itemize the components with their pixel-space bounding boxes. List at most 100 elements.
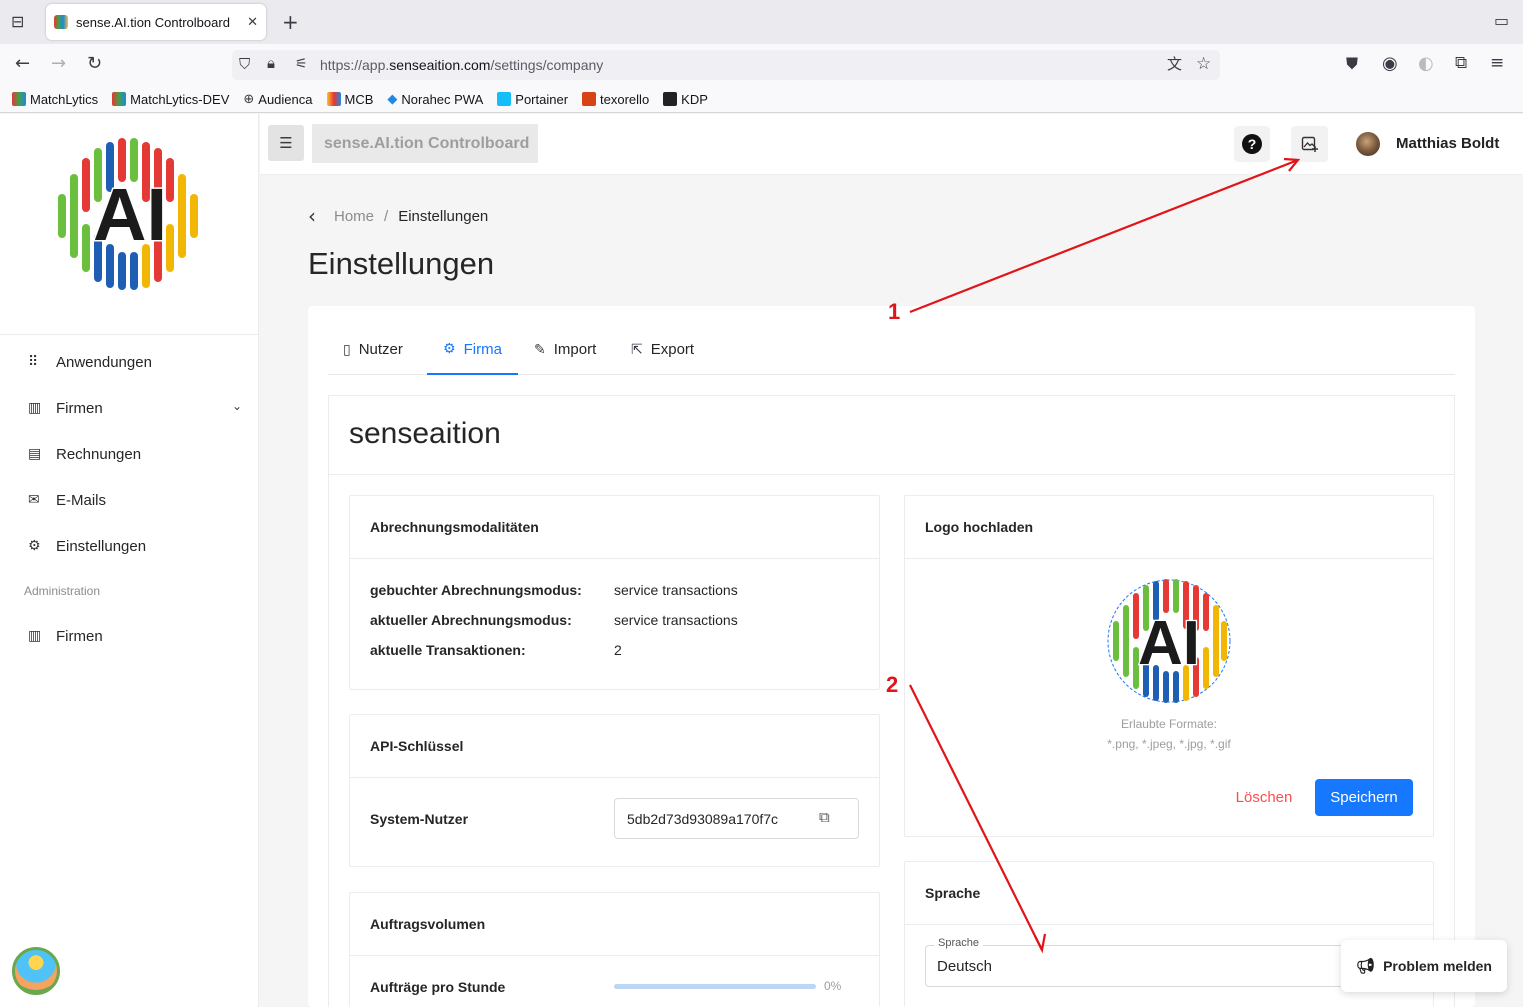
sidebar-item-label: Einstellungen: [56, 537, 147, 555]
bookmark-texorello[interactable]: texorello: [582, 92, 649, 107]
tab-firma[interactable]: ⚙ Firma: [427, 325, 518, 375]
copy-icon[interactable]: ⧉: [819, 810, 830, 825]
favicon-icon: [54, 15, 68, 29]
sidebar-item-einstellungen[interactable]: ⚙ Einstellungen: [0, 523, 259, 569]
bookmark-favicon-icon: [112, 92, 127, 106]
user-name[interactable]: Matthias Boldt: [1396, 135, 1499, 152]
tab-import[interactable]: ✎ Import: [534, 325, 596, 374]
bookmark-favicon-icon: [663, 92, 678, 106]
billing-value: 2: [614, 642, 622, 658]
back-icon[interactable]: ←: [15, 55, 30, 73]
edit-icon: ✎: [534, 341, 546, 358]
url-prefix: https://app.: [320, 57, 390, 73]
app-logo[interactable]: AI: [54, 138, 206, 290]
permissions-icon[interactable]: ⚟: [295, 57, 308, 71]
page-title: Einstellungen: [308, 246, 495, 281]
help-button[interactable]: ?: [1234, 126, 1270, 162]
bookmark-label: MatchLytics: [30, 91, 99, 107]
orders-label: Aufträge pro Stunde: [370, 979, 506, 995]
chevron-left-icon[interactable]: ‹: [308, 206, 316, 226]
api-label: System-Nutzer: [370, 811, 469, 827]
bookmark-norahec[interactable]: ◆ Norahec PWA: [387, 92, 483, 107]
orders-title: Auftragsvolumen: [370, 916, 486, 932]
window-icon[interactable]: ▭: [1494, 13, 1509, 29]
tab-label: Nutzer: [358, 341, 403, 358]
beach-avatar-icon[interactable]: [12, 947, 60, 995]
tab-label: Export: [650, 341, 695, 358]
formats-list: *.png, *.jpeg, *.jpg, *.gif: [1107, 737, 1231, 751]
account-icon[interactable]: ◉: [1382, 55, 1398, 73]
divider: [329, 474, 1454, 475]
delete-button[interactable]: Löschen: [1230, 786, 1298, 808]
save-button[interactable]: Speichern: [1315, 779, 1413, 816]
bookmark-mcb[interactable]: MCB: [326, 92, 373, 107]
sidebar-item-firmen[interactable]: ▥ Firmen ⌄: [0, 385, 259, 431]
bookmark-favicon-icon: [582, 92, 597, 106]
sidebar-item-label: Firmen: [56, 399, 103, 417]
chevron-down-icon[interactable]: ⌄: [232, 400, 242, 412]
bookmark-label: Norahec PWA: [401, 91, 484, 107]
app-title: sense.AI.tion Controlboard: [312, 124, 538, 163]
sidebar-toggle-button[interactable]: ☰: [268, 125, 304, 161]
tab-export[interactable]: ⇱ Export: [631, 325, 694, 374]
mail-icon: ✉: [28, 492, 40, 508]
sidebar-item-label: E-Mails: [56, 491, 107, 509]
report-problem-button[interactable]: 📢︎ Problem melden: [1341, 940, 1507, 992]
annotation-number-2: 2: [886, 672, 899, 697]
bookmark-favicon-icon: [326, 92, 341, 106]
sidebar-item-admin-firmen[interactable]: ▥ Firmen: [0, 613, 259, 659]
bookmark-portainer[interactable]: Portainer: [497, 92, 568, 107]
translate-icon[interactable]: 文: [1167, 57, 1182, 72]
pocket-icon[interactable]: ⛊: [1346, 56, 1358, 72]
gear-icon: ⚙: [28, 538, 41, 554]
api-panel: [349, 714, 880, 867]
tab-nutzer[interactable]: ▯ Nutzer: [343, 325, 403, 374]
company-name: senseaition: [349, 417, 501, 450]
bookmark-audienca[interactable]: ⊕ Audienca: [243, 92, 312, 107]
invoice-icon: ▤: [28, 446, 42, 462]
bookmark-label: MatchLytics-DEV: [130, 91, 230, 107]
breadcrumb-home[interactable]: Home: [334, 208, 374, 225]
forward-icon[interactable]: →: [51, 55, 66, 73]
close-icon[interactable]: ✕: [247, 16, 258, 29]
bookmark-label: Audienca: [258, 91, 313, 107]
sidebar-logo-area: AI: [0, 114, 259, 335]
svg-text:AI: AI: [1138, 609, 1200, 678]
reload-icon[interactable]: ↻: [87, 55, 102, 73]
breadcrumb-current: Einstellungen: [398, 207, 489, 225]
tab-label: Import: [553, 341, 597, 358]
tab-overview-icon[interactable]: ⊟: [11, 14, 24, 30]
lock-icon[interactable]: 🔒︎: [267, 56, 275, 71]
bookmark-matchlytics-dev[interactable]: MatchLytics-DEV: [112, 92, 229, 107]
sidebar-item-label: Rechnungen: [56, 445, 142, 463]
shield-icon[interactable]: ⛉: [239, 57, 250, 72]
divider: [350, 558, 879, 559]
company-logo-preview[interactable]: AI: [1106, 578, 1232, 704]
divider: [905, 558, 1433, 559]
extension-icon[interactable]: ◐: [1418, 55, 1434, 73]
avatar[interactable]: [1356, 132, 1380, 156]
document-icon: ▯: [343, 341, 351, 358]
divider: [350, 777, 879, 778]
sidebar-item-rechnungen[interactable]: ▤ Rechnungen: [0, 431, 259, 477]
bookmark-matchlytics[interactable]: MatchLytics: [12, 92, 98, 107]
svg-text:AI: AI: [93, 173, 167, 256]
browser-tab[interactable]: sense.AI.tion Controlboard ✕: [46, 4, 266, 40]
menu-icon[interactable]: ≡: [1490, 55, 1504, 72]
bookmark-label: texorello: [600, 91, 650, 107]
sidebar-item-anwendungen[interactable]: ⠿ Anwendungen: [0, 339, 259, 385]
image-upload-button[interactable]: [1291, 126, 1328, 162]
grid-icon: ⠿: [28, 354, 39, 370]
annotation-number-1: 1: [888, 299, 901, 324]
bookmark-kdp[interactable]: KDP: [663, 92, 708, 107]
building-icon: ▥: [28, 628, 42, 644]
logo-title: Logo hochladen: [925, 519, 1034, 535]
star-icon[interactable]: ☆: [1196, 56, 1211, 73]
tab-label: Firma: [463, 340, 502, 358]
divider: [350, 955, 879, 956]
sidebar-item-emails[interactable]: ✉ E-Mails: [0, 477, 259, 523]
api-key-field[interactable]: 5db2d73d93089a170f7c ⧉: [614, 798, 859, 839]
puzzle-icon[interactable]: ⧉: [1455, 55, 1467, 72]
url-bar[interactable]: https://app. senseaition.com/settings/com…: [232, 50, 1220, 80]
new-tab-icon[interactable]: +: [282, 12, 299, 32]
